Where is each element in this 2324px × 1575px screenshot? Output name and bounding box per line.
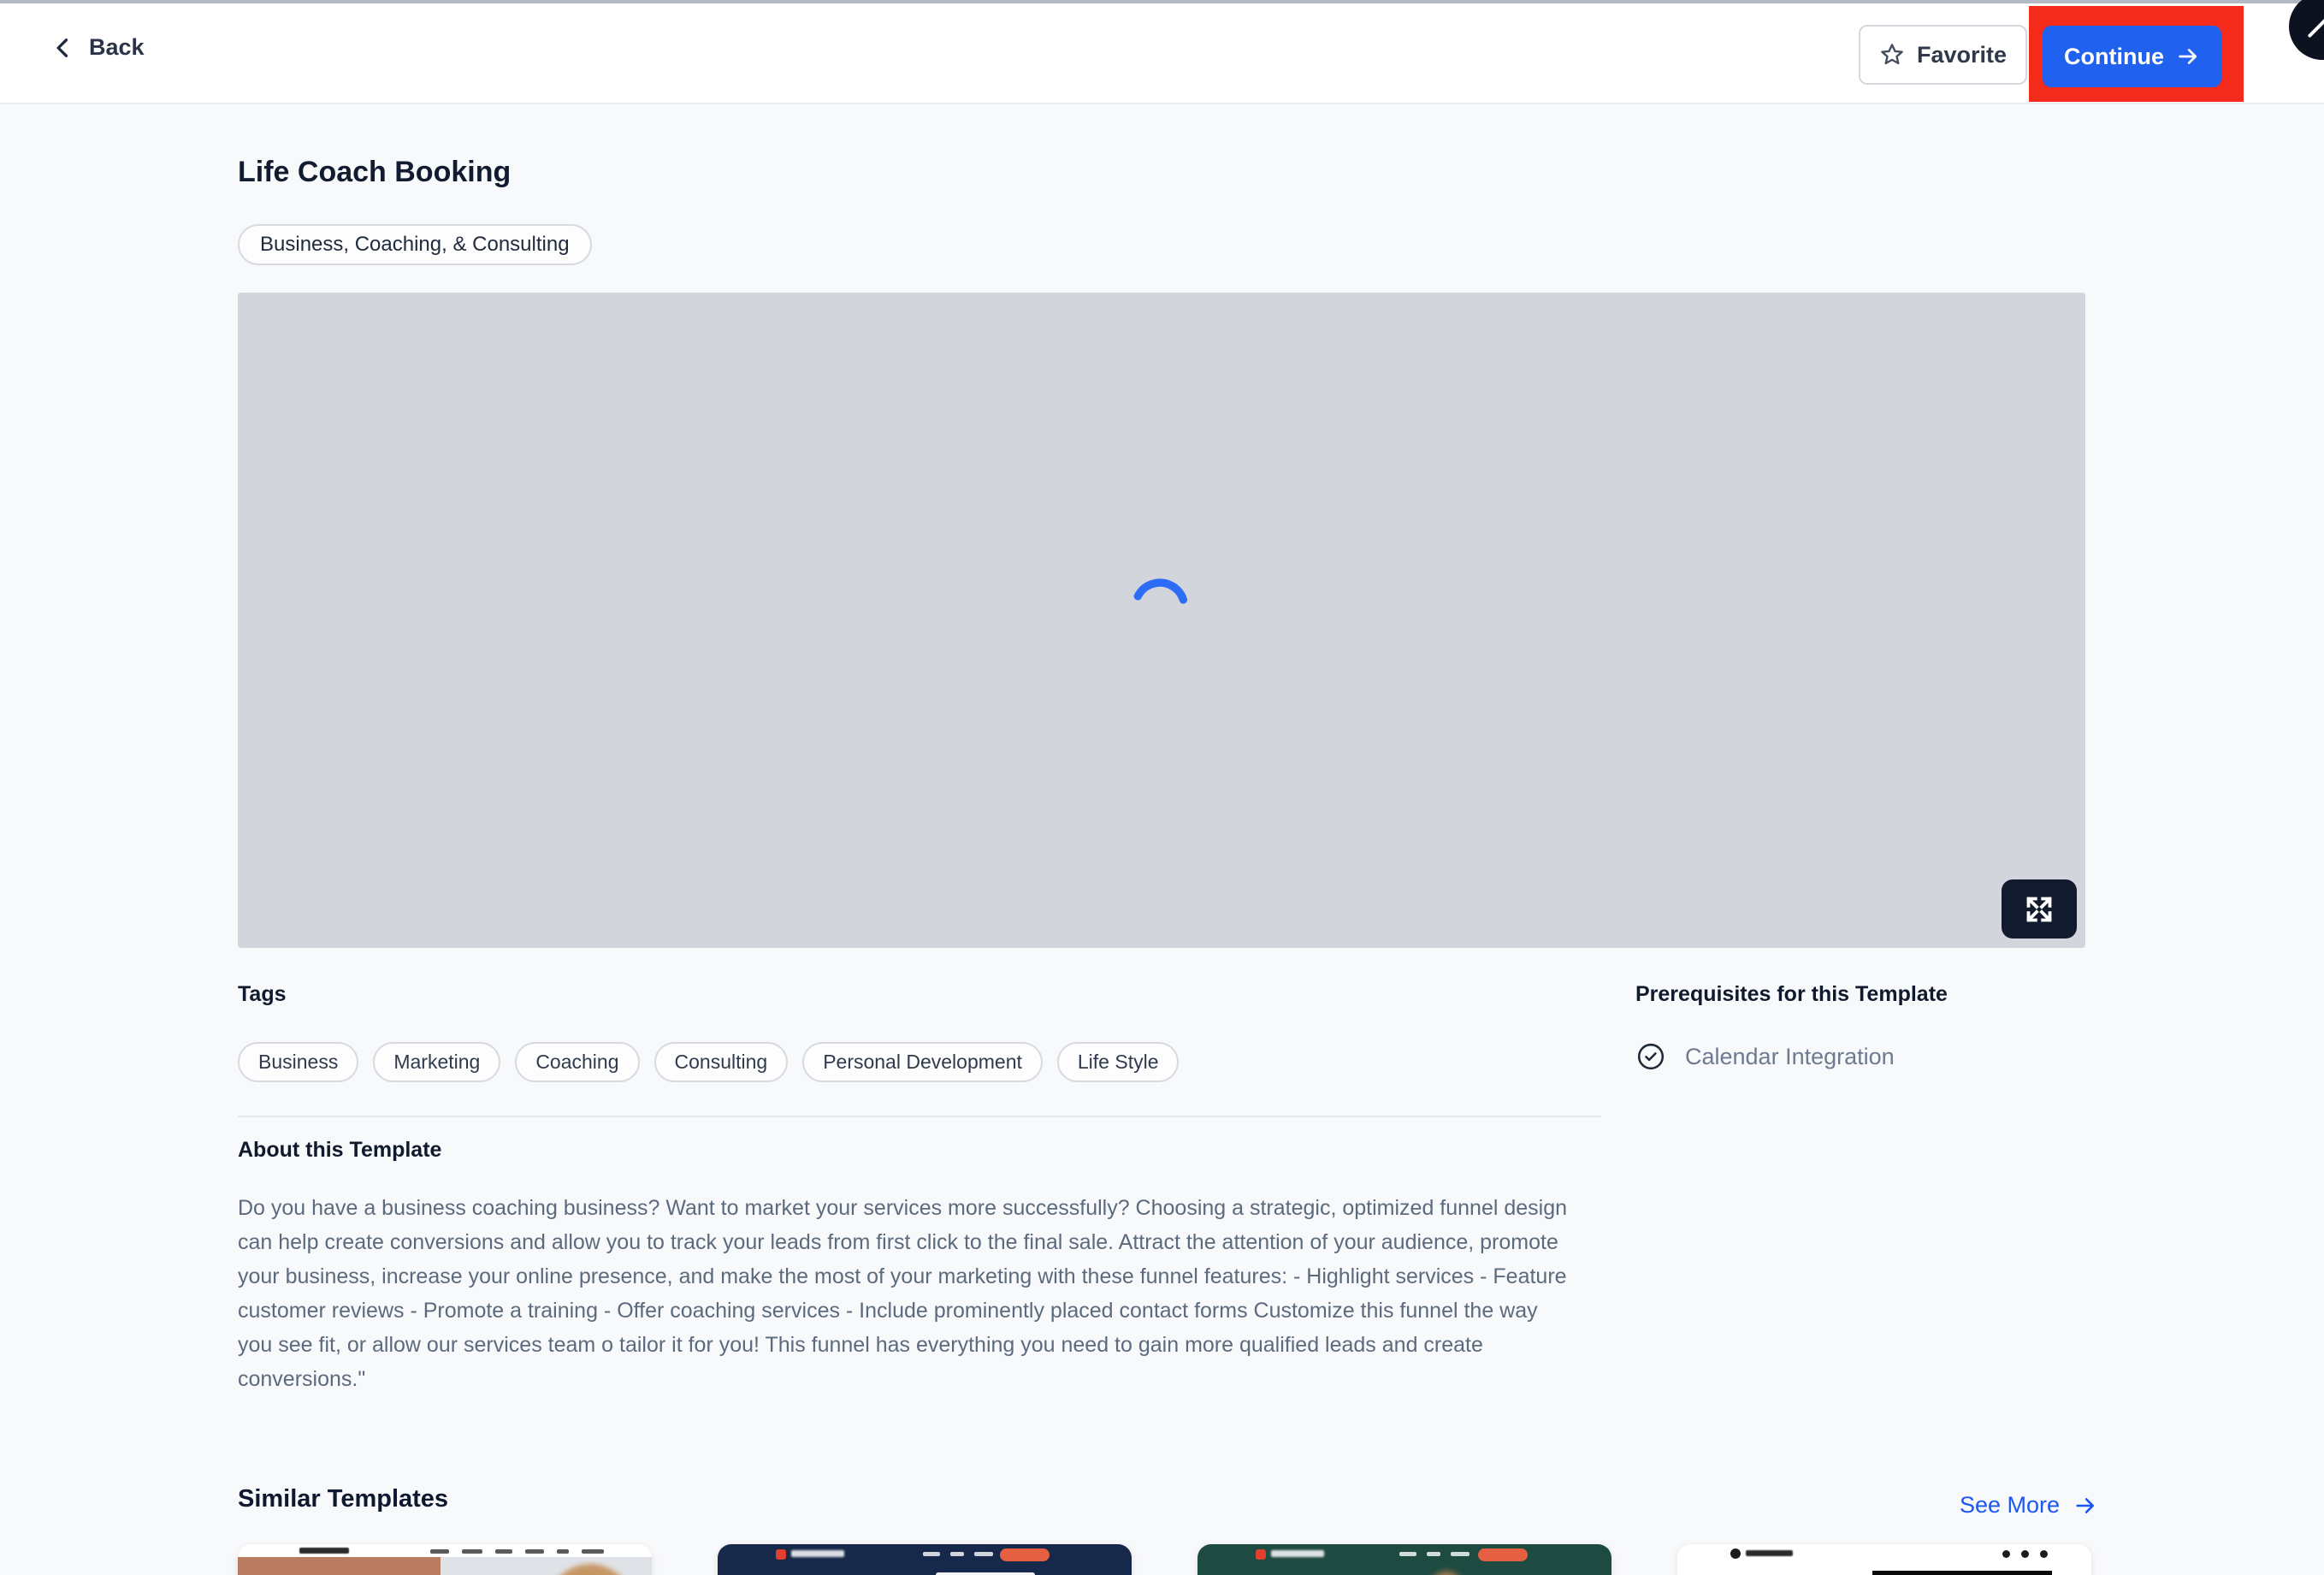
favorite-label: Favorite [1917,42,2007,68]
annotation-highlight-box: Continue [2029,6,2244,102]
card-mock-navbar [238,1544,652,1557]
back-label: Back [89,34,145,61]
category-badge: Business, Coaching, & Consulting [238,224,592,265]
header-bar: Back Favorite Continue [0,3,2324,104]
similar-template-card[interactable] [238,1544,652,1575]
section-divider [238,1116,1601,1117]
tags-list: Business Marketing Coaching Consulting P… [238,1042,1179,1082]
card-photo-blob [543,1564,637,1575]
continue-label: Continue [2064,44,2164,70]
corner-widget-button[interactable] [2289,0,2324,60]
prerequisites-list: Calendar Integration [1635,1039,1895,1075]
favorite-button[interactable]: Favorite [1859,25,2027,85]
card-cta-button [1478,1548,1528,1561]
template-preview [238,293,2085,948]
tag-pill: Business [238,1042,358,1082]
similar-templates-heading: Similar Templates [238,1485,448,1513]
tags-heading: Tags [238,982,287,1007]
chevron-left-icon [51,36,75,60]
card-photo-blob [1427,1572,1466,1575]
tag-pill: Marketing [373,1042,500,1082]
card-nav-dot [2040,1550,2048,1558]
about-heading: About this Template [238,1138,441,1163]
tag-pill: Consulting [654,1042,789,1082]
similar-templates-row [238,1544,2091,1575]
expand-icon [2022,892,2056,927]
similar-template-card[interactable] [1197,1544,1611,1575]
prerequisite-item: Calendar Integration [1635,1039,1895,1075]
card-nav-dot [2021,1550,2029,1558]
expand-preview-button[interactable] [2002,879,2077,938]
card-content-block [1872,1571,2052,1575]
card-cta-button [1000,1548,1050,1561]
arrow-right-icon [2073,1494,2097,1518]
card-logo-icon [1730,1548,1741,1559]
see-more-label: See More [1960,1492,2060,1519]
card-mock-hero [238,1557,652,1575]
similar-template-card[interactable] [1677,1544,2091,1575]
prerequisite-label: Calendar Integration [1685,1044,1895,1070]
tag-pill: Personal Development [802,1042,1043,1082]
tag-pill: Life Style [1057,1042,1180,1082]
card-nav-dot [2002,1550,2010,1558]
card-logo-icon [1256,1549,1266,1560]
about-description: Do you have a business coaching business… [238,1191,1574,1396]
continue-button[interactable]: Continue [2043,26,2221,87]
page-title: Life Coach Booking [238,156,511,189]
corner-widget-slash-icon [2308,15,2324,38]
check-circle-icon [1635,1041,1666,1072]
template-detail-page: Back Favorite Continue Life Coach Bookin… [0,0,2324,1575]
prerequisites-heading: Prerequisites for this Template [1635,982,1948,1007]
similar-template-card[interactable] [718,1544,1132,1575]
back-button[interactable]: Back [51,34,145,61]
see-more-link[interactable]: See More [1960,1492,2097,1519]
star-icon [1879,42,1905,68]
card-logo-icon [776,1549,786,1560]
loading-spinner-icon [1129,577,1191,638]
arrow-right-icon [2176,44,2200,68]
tag-pill: Coaching [515,1042,639,1082]
